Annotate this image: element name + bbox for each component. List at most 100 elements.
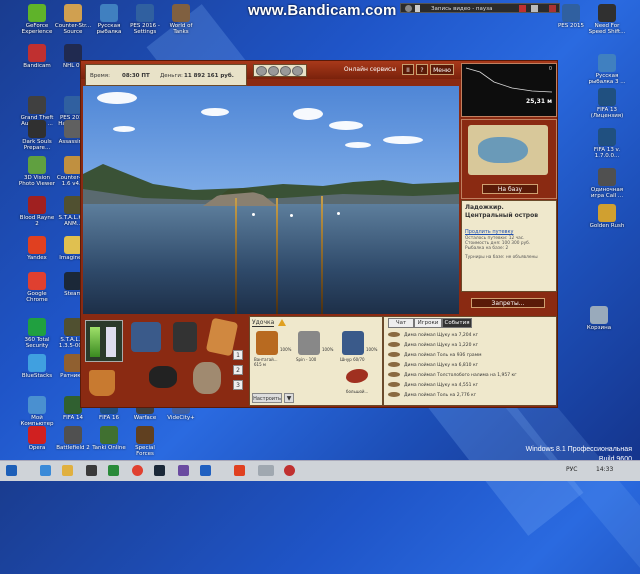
desktop-icon[interactable]: 3D Vision Photo Viewer [18,156,56,187]
pause-button[interactable]: II [402,64,414,75]
steam-icon[interactable] [154,465,165,476]
desktop-icon[interactable]: Yandex [18,236,56,261]
event-text: Дима поймал Толь на 2,776 кг [404,393,477,398]
backpack-icon[interactable] [173,322,197,352]
desktop-icon[interactable]: FIFA 13 (Лицензия) [588,88,626,119]
desktop-icon[interactable]: BlueStacks [18,354,56,379]
chat-tab[interactable]: Игроки [414,318,442,328]
fishing-scene[interactable] [83,86,459,314]
lure-icon[interactable] [346,369,368,383]
store-icon[interactable] [86,465,97,476]
language-indicator[interactable]: РУС [566,466,577,473]
fishing-rod[interactable] [321,196,323,314]
event-text: Дима поймал Щуку на 6,810 кг [404,363,479,368]
location-region: Ладожкир. [465,204,504,211]
event-text: Дима поймал Щуку на 1,220 кг [404,343,479,348]
desktop-icon-label: FIFA 13 v. 1.7.0.0... [593,147,621,159]
desktop-icon[interactable]: Мой Компьютер [18,396,56,427]
energy-gauge [85,320,123,362]
desktop-icon[interactable]: Opera [18,426,56,451]
desktop-icon[interactable]: Одиночная игра Call ... [588,168,626,199]
rod-slot-button[interactable]: 3 [233,380,243,390]
desktop-icon[interactable]: PES 2016 - Settings [126,4,164,35]
desktop-icon[interactable]: Русская рыбалка [90,4,128,35]
bucket-icon[interactable] [89,370,115,396]
folder-icon[interactable] [62,465,73,476]
chat-tab[interactable]: Чат [388,318,414,328]
desktop-icon[interactable]: Корзина [580,306,618,331]
sack-icon[interactable] [193,362,221,394]
app-icon[interactable] [200,465,211,476]
chrome-icon[interactable] [132,465,143,476]
yandex-icon[interactable] [234,465,245,476]
tackle-item[interactable]: 100% Вантагай... 615 м [254,329,292,369]
fish-icon [388,382,400,387]
tackle-box-icon[interactable] [131,322,161,352]
map-image [468,125,548,175]
desktop-icon[interactable]: FIFA 13 v. 1.7.0.0... [588,128,626,159]
tackle-tab[interactable]: Удочка [252,319,275,327]
time-label: Время: [90,73,110,79]
desktop-icon[interactable]: Battlefield 2 [54,426,92,451]
desktop-icon[interactable]: Русская рыбалка 3 ... [588,54,626,85]
desktop-icon[interactable]: Tanki Online [90,426,128,451]
desktop-icon[interactable]: Golden Rush [588,204,626,229]
online-services-button[interactable]: Онлайн сервисы [339,64,401,75]
record-icon[interactable] [405,5,412,12]
fishing-rod[interactable] [235,198,237,314]
ie-icon[interactable] [40,465,51,476]
menu-button[interactable]: Меню [430,64,454,75]
lake-map[interactable]: На базу [461,119,557,199]
to-base-button[interactable]: На базу [482,184,538,194]
pause-icon[interactable] [415,5,420,12]
desktop-icon[interactable]: GeForce Experience [18,4,56,35]
close-icon[interactable] [549,5,556,12]
hook-icon [280,66,291,76]
desktop-icon-label: Русская рыбалка [96,23,122,35]
tackle-item[interactable]: 100% Spin - 100 [296,329,334,369]
energy-bar [90,327,100,357]
help-button[interactable]: ? [416,64,428,75]
fish-icon [388,352,400,357]
setup-button[interactable]: Настроить [252,393,282,403]
desktop-icon-label: Русская рыбалка 3 ... [588,73,626,85]
bandicam-taskbar-icon[interactable] [284,465,295,476]
app-icon [28,236,46,254]
status-box: Время: 08:30 ПТ Деньги: 11 892 161 руб. [85,64,247,86]
desktop-icon[interactable]: Blood Rayne 2 [18,196,56,227]
desktop-icon[interactable]: World of Tanks [162,4,200,35]
desktop-icon[interactable]: 360 Total Security [18,318,56,349]
excel-icon[interactable] [108,465,119,476]
rod-slot-button[interactable]: 2 [233,365,243,375]
camera-icon[interactable] [531,5,538,12]
desktop-icon[interactable]: Need For Speed Shift... [588,4,626,35]
bans-button[interactable]: Запреты... [471,298,545,308]
cauldron-icon[interactable] [149,366,177,388]
setup-dropdown[interactable]: ▼ [284,393,294,403]
desktop-icon[interactable]: Counter-Str... Source [54,4,92,35]
tackle-item[interactable]: 100% Шнур 60/70 [340,329,378,369]
tackle-panel: Удочка 100% Вантагай... 615 м 100% Spin - 1… [249,316,383,406]
clock[interactable]: 14:33 [596,466,613,473]
start-icon[interactable] [6,465,17,476]
windows-edition: Windows 8.1 Профессиональная [525,446,632,453]
app-icon [64,426,82,444]
game-taskbar-icon[interactable] [258,465,274,476]
desktop-icon-label: Bandicam [23,63,51,69]
stop-icon[interactable] [519,5,526,12]
desktop-icon[interactable]: Special Forces [126,426,164,457]
game-window: Время: 08:30 ПТ Деньги: 11 892 161 руб. … [80,60,558,408]
app-icon [598,128,616,146]
app-icon[interactable] [178,465,189,476]
tackle-caption: Вантагай... 615 м [254,357,278,367]
desktop-icon[interactable]: Dark Souls Prepare... [18,120,56,151]
cloud [293,108,323,120]
fishing-rod[interactable] [276,198,278,314]
location-info: Ладожкир. Центральный остров Продлить пу… [461,200,557,292]
chat-tab[interactable]: События [442,318,472,328]
rod-slot-button[interactable]: 1 [233,350,243,360]
desktop-icon[interactable]: Google Chrome [18,272,56,303]
desktop-icon[interactable]: Bandicam [18,44,56,69]
recorder-toolbar[interactable]: Запись видео - пауза [400,3,560,13]
extend-trip-link[interactable]: Продлить путевку [465,229,514,235]
